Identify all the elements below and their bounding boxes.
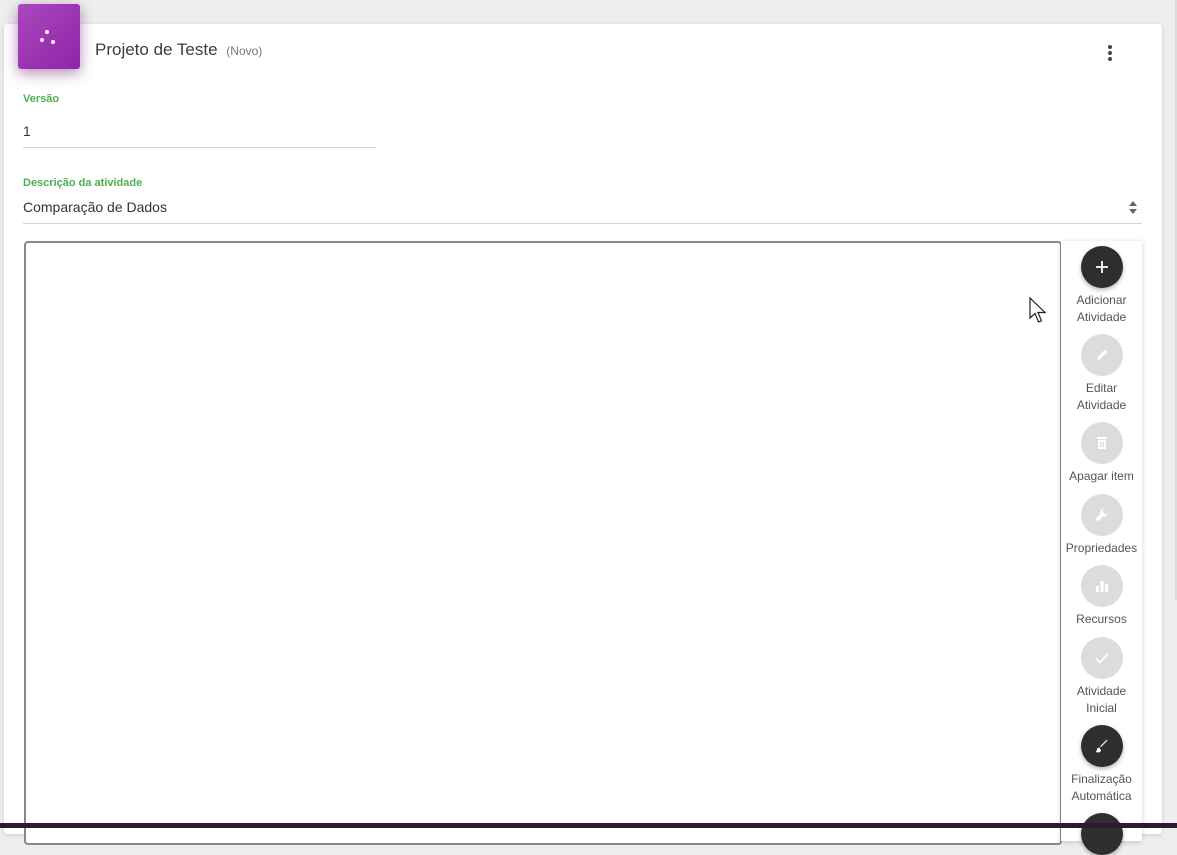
activity-diagram-canvas[interactable]: [24, 241, 1062, 845]
delete-item-button[interactable]: Apagar item: [1061, 422, 1142, 485]
trash-icon: [1080, 422, 1123, 464]
scatter-dots-icon: [18, 4, 80, 69]
description-label: Descrição da atividade: [23, 177, 143, 189]
tool-label: Automática: [1071, 788, 1132, 803]
page-title: Projeto de Teste (Novo): [95, 40, 262, 60]
project-name: Projeto de Teste: [95, 40, 218, 59]
mouse-cursor-icon: [1029, 297, 1047, 323]
tool-label: Adicionar: [1076, 293, 1127, 307]
os-taskbar-edge: [0, 823, 1177, 828]
icon-dot: [51, 40, 55, 44]
tool-label: Recursos: [1076, 612, 1127, 626]
partial-button-icon: [1080, 813, 1123, 855]
wrench-icon: [1080, 494, 1123, 536]
select-arrows-icon[interactable]: [1127, 200, 1139, 216]
auto-finalization-button[interactable]: Finalização Automática: [1061, 725, 1142, 804]
next-toolbar-button[interactable]: [1061, 813, 1142, 855]
check-icon: [1080, 637, 1123, 679]
version-underline: [23, 147, 376, 148]
properties-button[interactable]: Propriedades: [1061, 494, 1142, 557]
resources-button[interactable]: Recursos: [1061, 565, 1142, 628]
tool-label: Atividade: [1076, 684, 1127, 698]
tool-label: Atividade: [1076, 397, 1127, 412]
brush-icon: [1080, 725, 1123, 767]
project-status: (Novo): [226, 44, 263, 58]
description-select[interactable]: Comparação de Dados: [23, 199, 167, 215]
plus-icon: [1080, 246, 1123, 288]
bar-chart-icon: [1080, 565, 1123, 607]
tool-label: Editar: [1085, 381, 1118, 395]
icon-dot: [45, 30, 49, 34]
description-underline: [23, 223, 1142, 224]
edit-activity-button[interactable]: Editar Atividade: [1061, 334, 1142, 413]
tool-label: Inicial: [1086, 700, 1117, 715]
tool-label: Propriedades: [1065, 541, 1138, 555]
initial-activity-button[interactable]: Atividade Inicial: [1061, 637, 1142, 716]
pencil-icon: [1080, 334, 1123, 376]
version-input[interactable]: 1: [23, 123, 31, 139]
icon-dot: [40, 38, 44, 42]
activity-toolbar: Adicionar Atividade Editar Atividade Apaga…: [1061, 241, 1142, 855]
tool-label: Finalização: [1071, 772, 1132, 786]
tool-label: Atividade: [1076, 309, 1127, 324]
more-vert-icon[interactable]: [1097, 40, 1123, 66]
version-label: Versão: [23, 93, 60, 105]
add-activity-button[interactable]: Adicionar Atividade: [1061, 246, 1142, 325]
tool-label: Apagar item: [1069, 469, 1134, 483]
